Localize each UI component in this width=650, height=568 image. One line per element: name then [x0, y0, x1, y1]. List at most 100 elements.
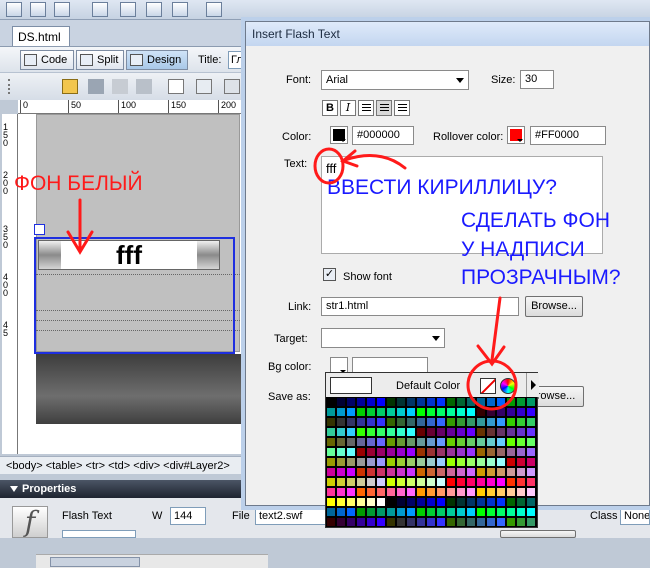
color-swatch[interactable]: [437, 418, 445, 426]
color-swatch[interactable]: [347, 448, 355, 456]
color-swatch[interactable]: [467, 418, 475, 426]
color-swatch[interactable]: [397, 458, 405, 466]
horizontal-scrollbar[interactable]: [36, 554, 268, 568]
color-swatch[interactable]: [387, 458, 395, 466]
color-swatch[interactable]: [327, 418, 335, 426]
color-swatch[interactable]: [387, 418, 395, 426]
color-swatch[interactable]: [367, 448, 375, 456]
color-swatch[interactable]: [487, 508, 495, 516]
color-swatch[interactable]: [497, 458, 505, 466]
color-swatch[interactable]: [517, 418, 525, 426]
color-swatch[interactable]: [387, 398, 395, 406]
color-swatch[interactable]: [457, 398, 465, 406]
color-swatch[interactable]: [407, 488, 415, 496]
color-swatch[interactable]: [417, 448, 425, 456]
color-swatch[interactable]: [387, 448, 395, 456]
color-swatch[interactable]: [447, 418, 455, 426]
color-swatch[interactable]: [477, 488, 485, 496]
color-swatch[interactable]: [437, 468, 445, 476]
color-swatch[interactable]: [527, 498, 535, 506]
design-canvas[interactable]: fff: [18, 114, 268, 568]
color-swatch[interactable]: [357, 478, 365, 486]
color-swatch[interactable]: [357, 448, 365, 456]
color-swatch[interactable]: [337, 478, 345, 486]
color-swatch[interactable]: [417, 498, 425, 506]
color-swatch[interactable]: [407, 498, 415, 506]
toolbar-icon[interactable]: [6, 2, 22, 17]
color-swatch[interactable]: [427, 418, 435, 426]
color-swatch[interactable]: [437, 498, 445, 506]
color-swatch[interactable]: [517, 398, 525, 406]
color-swatch[interactable]: [357, 438, 365, 446]
color-swatch[interactable]: [427, 488, 435, 496]
color-swatch[interactable]: [477, 478, 485, 486]
color-swatch[interactable]: [457, 448, 465, 456]
color-swatch[interactable]: [327, 458, 335, 466]
color-swatch[interactable]: [437, 448, 445, 456]
color-swatch[interactable]: [497, 428, 505, 436]
color-swatch[interactable]: [477, 408, 485, 416]
color-swatch[interactable]: [387, 478, 395, 486]
color-swatch[interactable]: [337, 508, 345, 516]
color-swatch[interactable]: [467, 438, 475, 446]
color-swatch[interactable]: [517, 478, 525, 486]
color-swatch[interactable]: [517, 408, 525, 416]
color-swatch[interactable]: [347, 518, 355, 526]
color-swatch[interactable]: [327, 518, 335, 526]
color-swatch[interactable]: [477, 508, 485, 516]
color-swatch[interactable]: [487, 428, 495, 436]
color-swatch[interactable]: [497, 438, 505, 446]
color-swatch[interactable]: [367, 408, 375, 416]
color-swatch[interactable]: [467, 508, 475, 516]
color-swatch[interactable]: [357, 428, 365, 436]
color-swatch[interactable]: [447, 458, 455, 466]
color-swatch[interactable]: [517, 438, 525, 446]
color-swatch[interactable]: [437, 508, 445, 516]
color-swatch[interactable]: [517, 498, 525, 506]
color-swatch[interactable]: [337, 518, 345, 526]
color-swatch[interactable]: [377, 458, 385, 466]
flash-text-object[interactable]: fff: [38, 240, 220, 270]
color-swatch[interactable]: [357, 468, 365, 476]
color-swatch[interactable]: [527, 398, 535, 406]
color-swatch[interactable]: [417, 428, 425, 436]
color-swatch[interactable]: [507, 468, 515, 476]
color-swatch[interactable]: [427, 518, 435, 526]
color-swatch[interactable]: [477, 498, 485, 506]
color-swatch[interactable]: [527, 488, 535, 496]
color-swatch[interactable]: [497, 488, 505, 496]
color-swatch[interactable]: [347, 408, 355, 416]
scrollbar-thumb[interactable]: [50, 557, 140, 567]
color-swatch[interactable]: [507, 428, 515, 436]
file-input[interactable]: text2.swf: [255, 507, 335, 525]
visual-aids-icon[interactable]: [196, 79, 212, 94]
color-swatch[interactable]: [377, 408, 385, 416]
font-select[interactable]: Arial: [321, 70, 469, 90]
color-swatch[interactable]: [357, 458, 365, 466]
color-swatch[interactable]: [457, 488, 465, 496]
color-swatch[interactable]: [427, 448, 435, 456]
color-swatch[interactable]: [407, 508, 415, 516]
color-swatch[interactable]: [417, 508, 425, 516]
color-swatch[interactable]: [367, 498, 375, 506]
toolbar-icon[interactable]: [30, 2, 46, 17]
color-swatch[interactable]: [427, 438, 435, 446]
view-options-icon[interactable]: [136, 79, 152, 94]
color-swatch[interactable]: [457, 468, 465, 476]
color-swatch[interactable]: [387, 518, 395, 526]
color-swatch[interactable]: [517, 518, 525, 526]
color-swatch[interactable]: [397, 448, 405, 456]
color-swatch[interactable]: [367, 508, 375, 516]
color-swatch[interactable]: [427, 478, 435, 486]
color-swatch[interactable]: [387, 438, 395, 446]
color-swatch[interactable]: [437, 438, 445, 446]
color-swatch[interactable]: [397, 418, 405, 426]
color-swatch[interactable]: [477, 398, 485, 406]
color-swatch[interactable]: [477, 468, 485, 476]
color-swatch[interactable]: [357, 418, 365, 426]
color-swatch[interactable]: [517, 488, 525, 496]
color-swatch[interactable]: [327, 468, 335, 476]
color-swatch[interactable]: [377, 428, 385, 436]
color-swatch[interactable]: [507, 408, 515, 416]
color-swatch[interactable]: [357, 488, 365, 496]
